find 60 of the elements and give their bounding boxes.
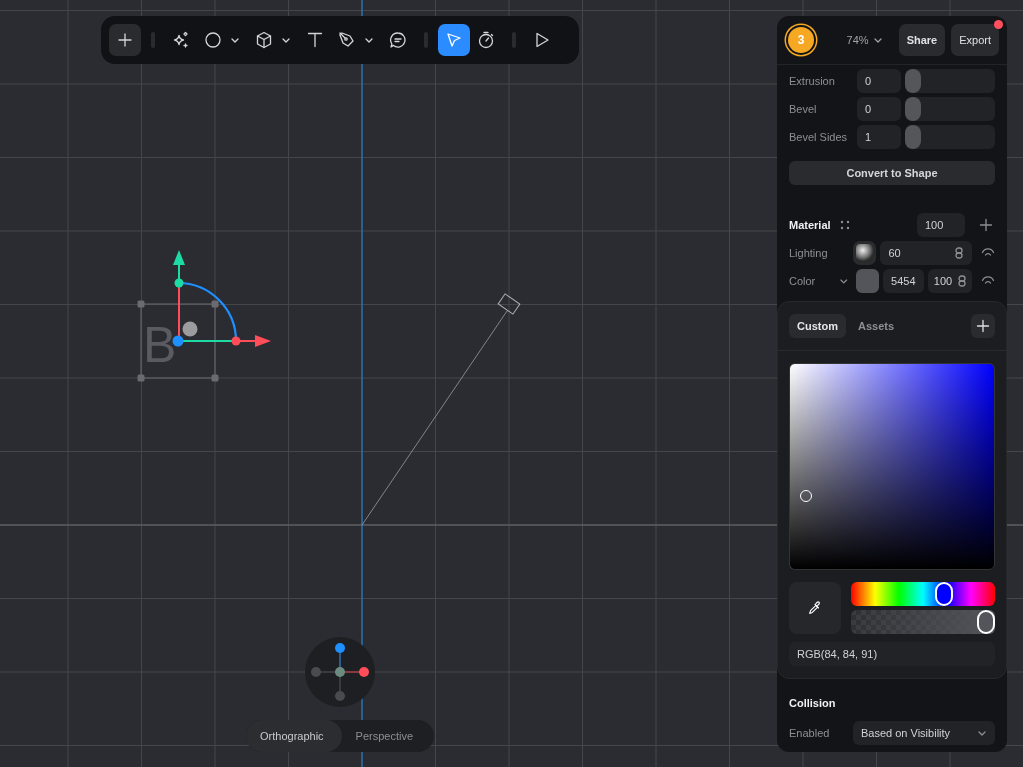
view-mode-tab[interactable]: Orthographic [246, 720, 342, 752]
text-icon [306, 31, 324, 49]
saturation-area[interactable] [789, 363, 995, 570]
number-field[interactable]: 100 [917, 213, 965, 237]
share-button[interactable]: Share [898, 24, 946, 56]
plus-icon [976, 319, 990, 333]
zoom-menu[interactable]: 74% [846, 34, 883, 46]
field-label: Bevel [789, 103, 818, 115]
eyedropper-icon [807, 600, 823, 616]
field-label: Enabled [789, 727, 830, 739]
picker-tab[interactable]: Assets [849, 314, 903, 338]
color-swatch[interactable] [856, 269, 880, 293]
number-field[interactable]: 0 [857, 97, 901, 121]
transform-gizmo-drawing[interactable] [172, 250, 271, 347]
timer-icon [477, 31, 495, 49]
pointer-icon [445, 31, 463, 49]
picker-tab[interactable]: Custom [789, 314, 846, 338]
convert-button[interactable]: Convert to Shape [789, 161, 995, 185]
hue-slider[interactable] [851, 582, 995, 606]
field-label: Lighting [789, 247, 829, 259]
number-field[interactable]: 60 [880, 241, 972, 265]
pen-icon [338, 31, 356, 49]
visibility-select[interactable]: Based on Visibility [853, 721, 995, 745]
axis-widget-drawing[interactable] [305, 637, 375, 707]
link-icon [954, 247, 964, 259]
cube-icon [255, 31, 273, 49]
field-label: Extrusion [789, 75, 836, 87]
number-field[interactable]: 0 [857, 69, 901, 93]
hex-field[interactable]: 5454 [883, 269, 924, 293]
opacity-field[interactable]: 100 [927, 269, 972, 293]
field-label: Bevel Sides [789, 131, 849, 143]
circle-icon [204, 31, 222, 49]
plus-icon [116, 31, 134, 49]
slider-track[interactable] [905, 125, 995, 149]
alpha-thumb[interactable] [977, 610, 995, 634]
color-value-field[interactable]: RGB(84, 84, 91) [789, 642, 995, 666]
hue-thumb[interactable] [935, 582, 953, 606]
section-title: Collision [789, 697, 837, 709]
slider-thumb[interactable] [905, 69, 921, 93]
pointer-tool-button[interactable] [438, 24, 470, 56]
field-label: Color [789, 275, 817, 287]
slider-thumb[interactable] [905, 125, 921, 149]
slider-track[interactable] [905, 97, 995, 121]
view-mode-tab[interactable]: Perspective [341, 720, 432, 752]
number-field[interactable]: 1 [857, 125, 901, 149]
comment-icon [389, 31, 407, 49]
link-icon [957, 275, 967, 287]
selection-box-drawing[interactable] [137, 300, 219, 382]
add-button[interactable] [109, 24, 141, 56]
play-icon [533, 31, 551, 49]
slider-track[interactable] [905, 69, 995, 93]
plus-icon [979, 218, 993, 232]
sparkle-icon [172, 31, 190, 49]
chevron-down-icon [838, 276, 849, 286]
add-button[interactable] [979, 218, 993, 232]
alpha-slider[interactable] [851, 610, 995, 634]
grid-dots-icon [838, 219, 851, 231]
add-button[interactable] [971, 314, 995, 338]
section-title: Material [789, 219, 831, 231]
slider-thumb[interactable] [905, 97, 921, 121]
